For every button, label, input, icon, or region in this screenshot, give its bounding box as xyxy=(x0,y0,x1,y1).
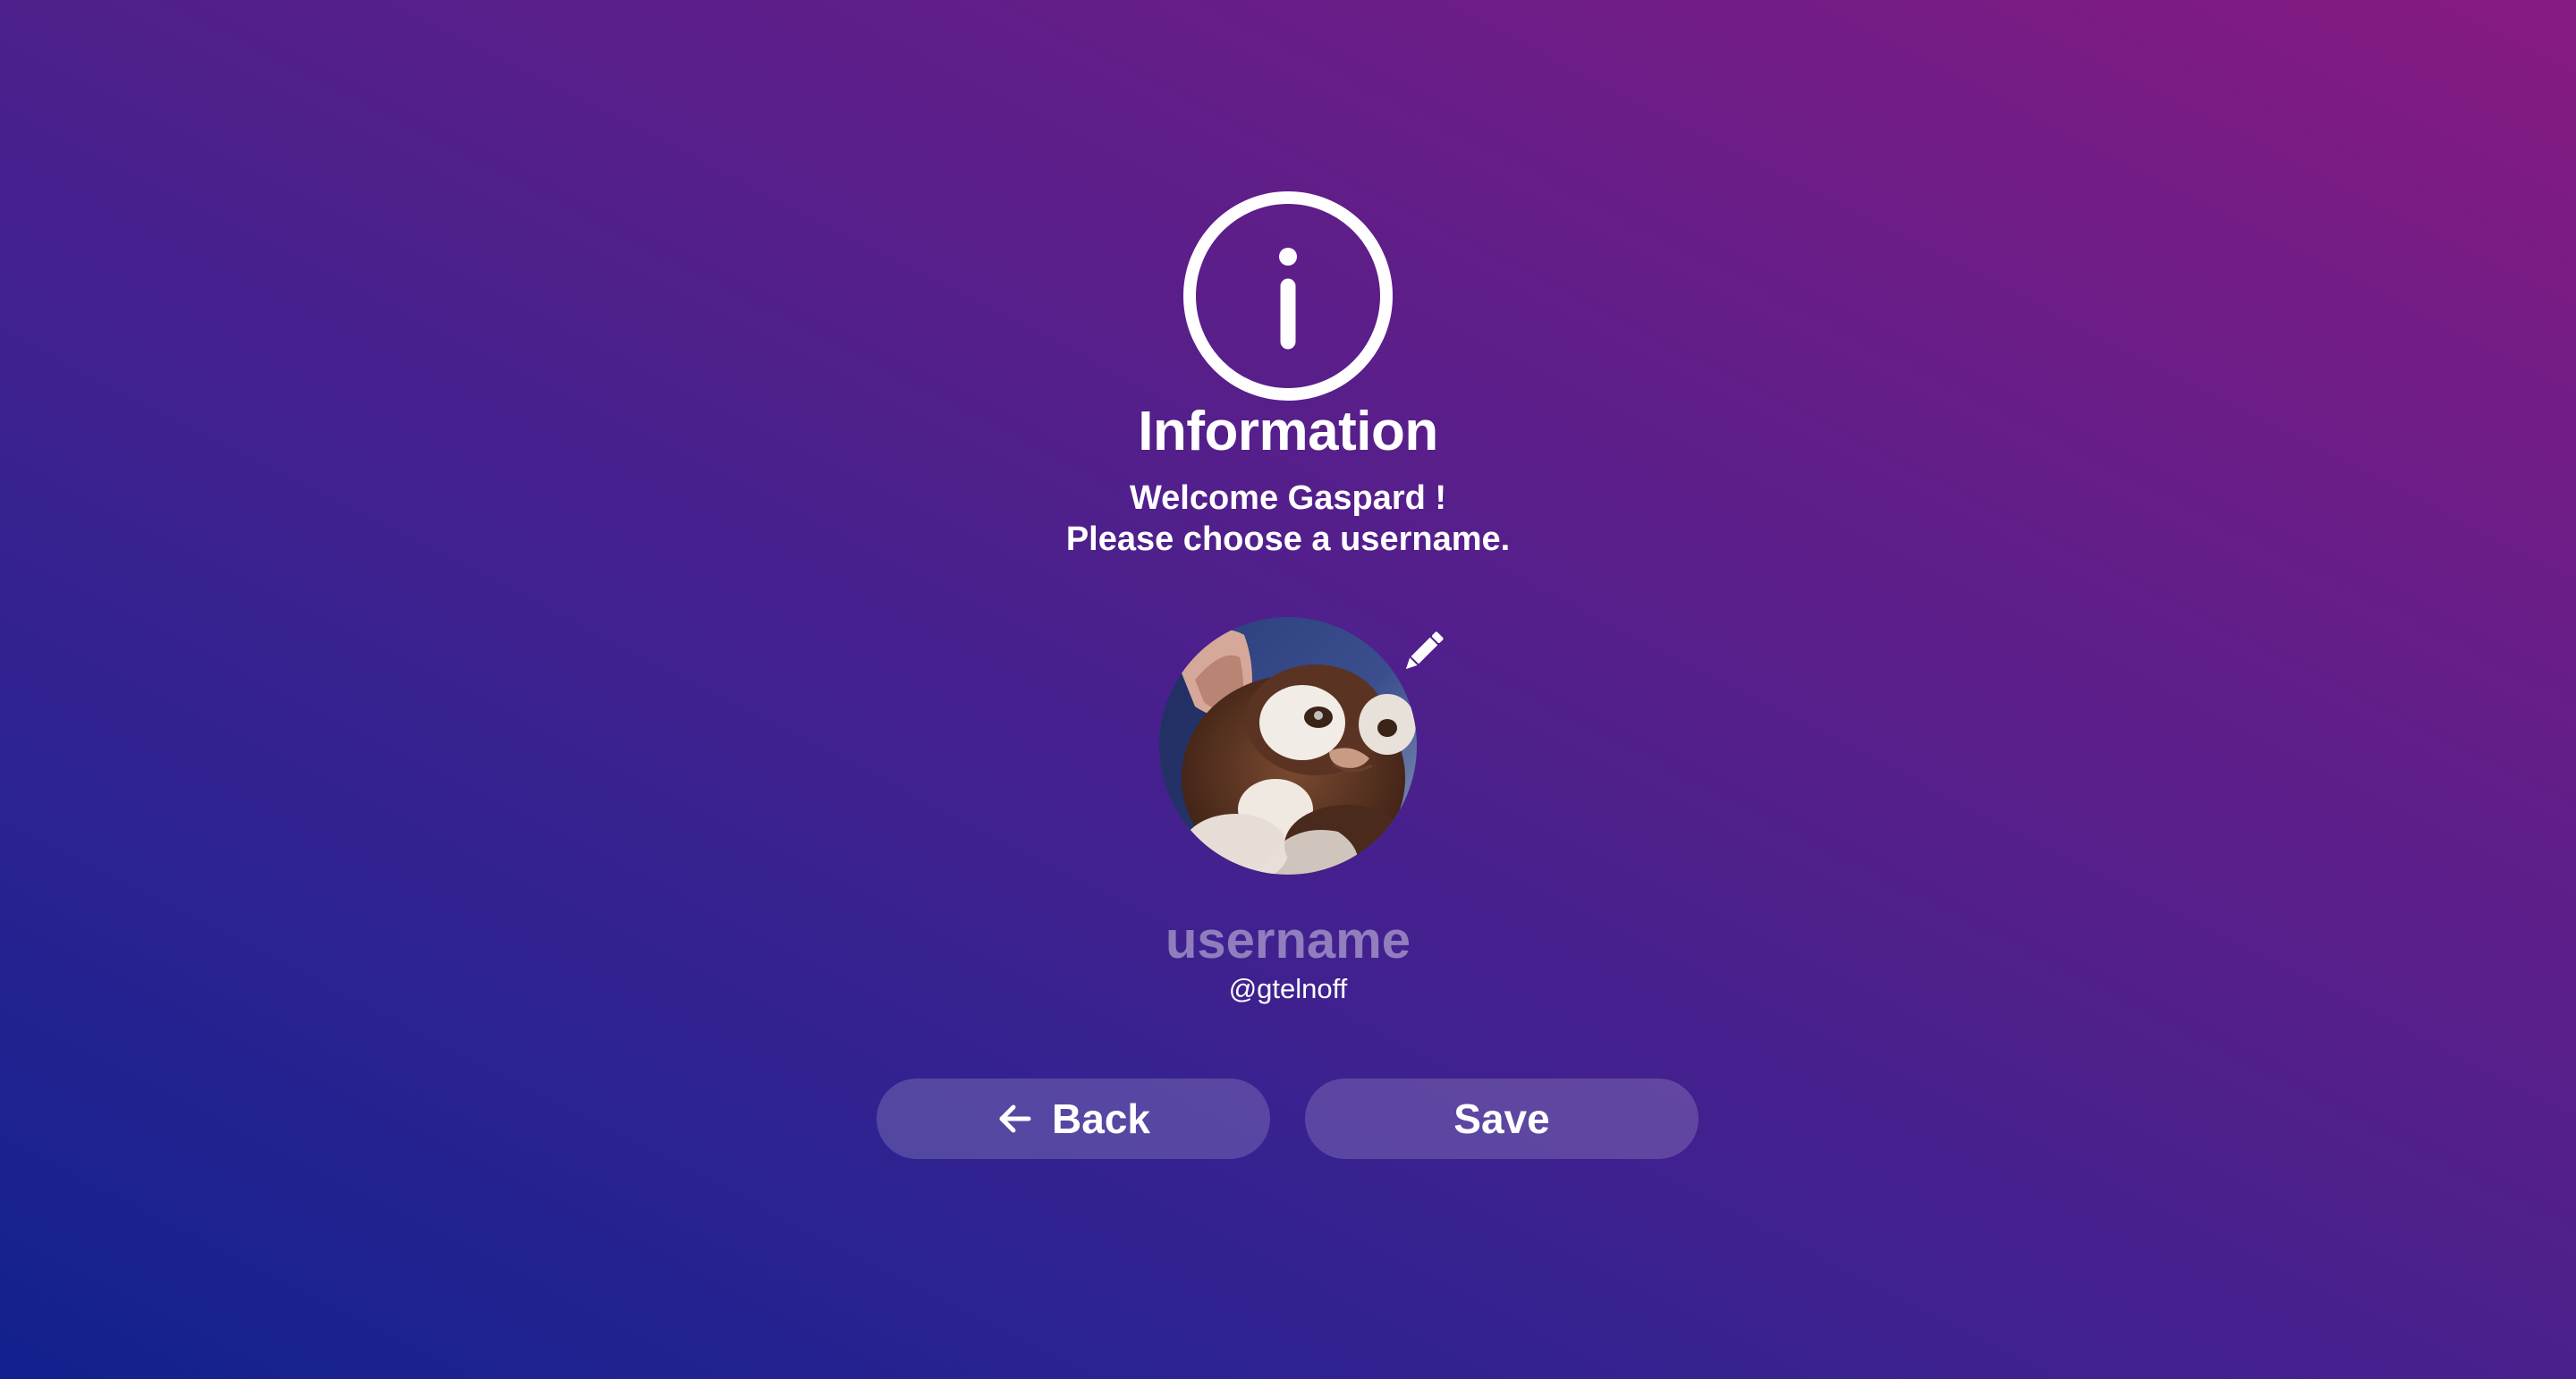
pencil-icon[interactable] xyxy=(1397,626,1449,678)
back-button[interactable]: Back xyxy=(877,1079,1270,1159)
user-handle: @gtelnoff xyxy=(1228,973,1348,1004)
arrow-left-icon xyxy=(999,1104,1031,1133)
avatar-photo xyxy=(1159,617,1417,875)
instruction-message: Please choose a username. xyxy=(1065,520,1511,558)
welcome-message: Welcome Gaspard ! xyxy=(1129,479,1447,517)
avatar[interactable] xyxy=(1159,617,1417,875)
dialog-title: Information xyxy=(1138,401,1438,462)
save-button-label: Save xyxy=(1453,1096,1550,1142)
save-button[interactable]: Save xyxy=(1305,1079,1699,1159)
info-circle-icon xyxy=(1183,191,1393,401)
username-input[interactable] xyxy=(1020,905,1556,975)
information-screen: Information Welcome Gaspard ! Please cho… xyxy=(0,0,2576,1379)
dialog-message: Welcome Gaspard ! Please choose a userna… xyxy=(0,478,2576,560)
back-button-label: Back xyxy=(1052,1096,1150,1142)
